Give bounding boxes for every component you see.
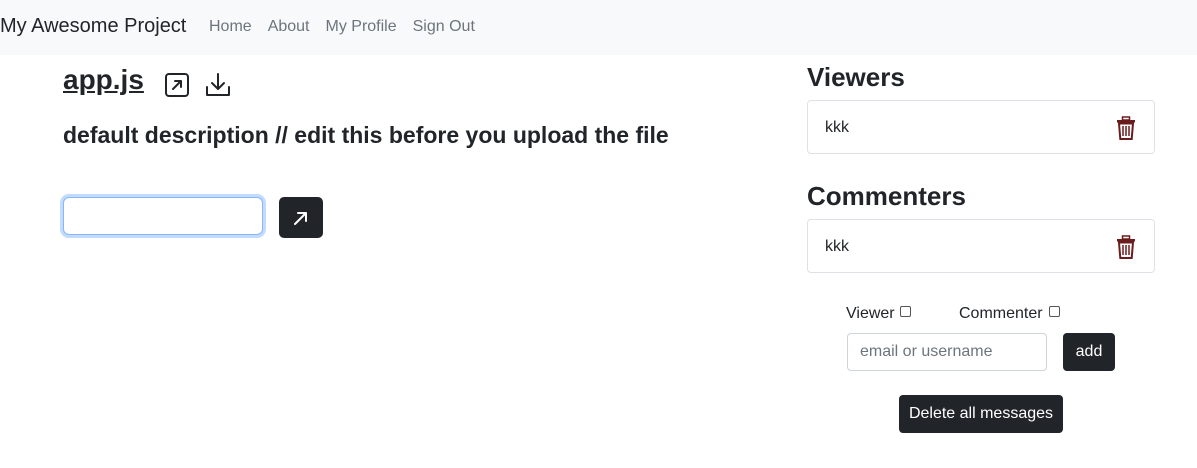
trash-icon[interactable] <box>1115 116 1137 140</box>
viewer-name: kkk <box>825 119 849 136</box>
comment-input[interactable] <box>63 197 263 235</box>
nav-my-profile[interactable]: My Profile <box>326 18 397 36</box>
viewers-title: Viewers <box>807 62 905 92</box>
commenter-checkbox[interactable] <box>1049 306 1060 317</box>
commenter-card: kkk <box>807 219 1155 273</box>
download-icon[interactable] <box>204 71 232 99</box>
navbar: My Awesome Project Home About My Profile… <box>0 0 1197 55</box>
add-user-button[interactable]: add <box>1063 333 1115 371</box>
nav-sign-out[interactable]: Sign Out <box>413 18 475 36</box>
arrow-up-right-icon <box>294 211 307 225</box>
commenters-title: Commenters <box>807 181 966 211</box>
commenter-name: kkk <box>825 238 849 255</box>
nav-about[interactable]: About <box>268 18 310 36</box>
file-title[interactable]: app.js <box>63 64 144 96</box>
viewer-checkbox-label: Viewer <box>846 305 895 322</box>
trash-icon[interactable] <box>1115 235 1137 259</box>
viewer-checkbox[interactable] <box>900 306 911 317</box>
nav-links: Home About My Profile Sign Out <box>209 18 475 36</box>
file-description: default description // edit this before … <box>63 122 669 148</box>
viewer-card: kkk <box>807 100 1155 154</box>
delete-all-messages-button[interactable]: Delete all messages <box>899 395 1063 433</box>
commenter-checkbox-label: Commenter <box>959 305 1043 322</box>
email-or-username-input[interactable] <box>847 333 1047 371</box>
external-link-icon[interactable] <box>163 71 191 99</box>
nav-home[interactable]: Home <box>209 18 252 36</box>
brand[interactable]: My Awesome Project <box>0 15 186 38</box>
send-comment-button[interactable] <box>279 197 323 238</box>
